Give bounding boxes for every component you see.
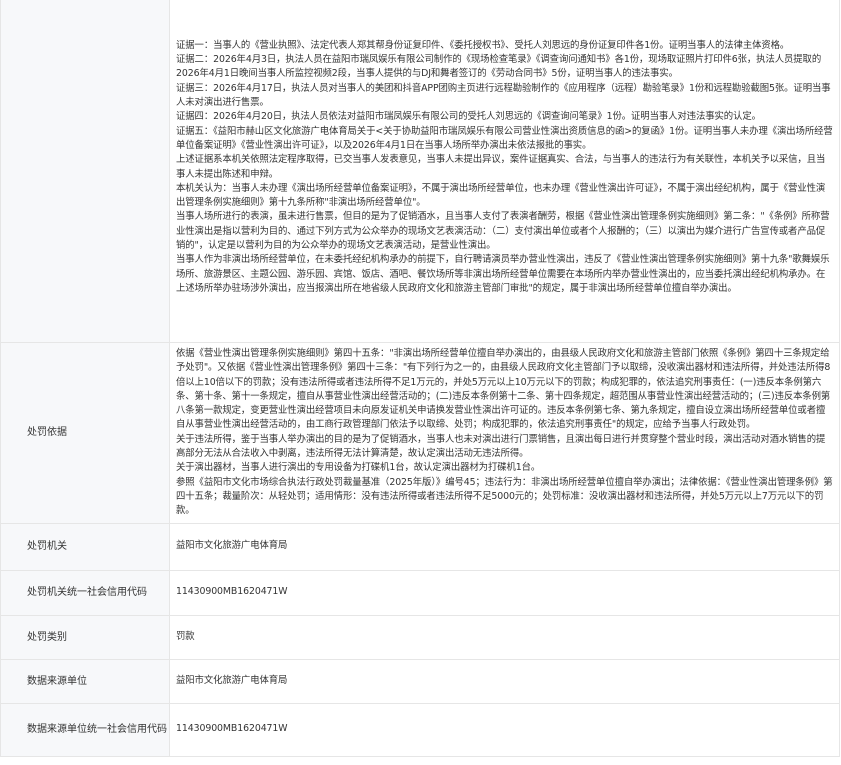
source-code-label: 数据来源单位统一社会信用代码 (0, 702, 170, 757)
basis-row: 处罚依据 依据《营业性演出管理条例实施细则》第四十五条："非演出场所经营单位擅自… (0, 342, 840, 524)
basis-label: 处罚依据 (0, 342, 170, 524)
evidence-paragraph: 本机关认为：当事人未办理《演出场所经营单位备案证明》，不属于演出场所经营单位，也… (176, 182, 826, 209)
org-code-value: 11430900MB1620471W (169, 569, 840, 616)
category-value: 罚款 (169, 614, 840, 660)
basis-paragraph: 参照《益阳市文化市场综合执法行政处罚裁量基准（2025年版）》编号45；违法行为… (176, 476, 833, 517)
evidence-paragraph: 证据二：2026年4月3日，执法人员在益阳市瑞凤娱乐有限公司制作的《现场检查笔录… (176, 54, 822, 80)
category-label: 处罚类别 (0, 614, 170, 660)
org-code-label: 处罚机关统一社会信用代码 (0, 569, 170, 616)
evidence-value: 证据一：当事人的《营业执照》、法定代表人郑其帮身份证复印件、《委托授权书》、受托… (169, 0, 840, 343)
evidence-paragraph: 证据五：《益阳市赫山区文化旅游广电体育局关于<关于协助益阳市瑞凤娱乐有限公司营业… (176, 125, 833, 151)
source-code-value: 11430900MB1620471W (169, 702, 840, 757)
basis-paragraph: 依据《营业性演出管理条例实施细则》第四十五条："非演出场所经营单位擅自举办演出的… (176, 348, 831, 431)
org-label: 处罚机关 (0, 522, 170, 571)
evidence-paragraph: 证据三：2026年4月17日，执法人员对当事人的美团和抖音APP团购主页进行远程… (176, 82, 831, 109)
penalty-detail-table: 证据一：当事人的《营业执照》、法定代表人郑其帮身份证复印件、《委托授权书》、受托… (0, 0, 840, 757)
evidence-paragraph: 当事人场所进行的表演，虽未进行售票，但目的是为了促销酒水，且当事人支付了表演者酬… (176, 211, 830, 251)
basis-paragraph: 关于违法所得，鉴于当事人举办演出的目的是为了促销酒水，当事人也未对演出进行门票销… (176, 433, 826, 460)
source-row: 数据来源单位 益阳市文化旅游广电体育局 (0, 658, 840, 704)
basis-value: 依据《营业性演出管理条例实施细则》第四十五条："非演出场所经营单位擅自举办演出的… (169, 342, 840, 524)
evidence-paragraph: 证据四：2026年4月20日，执法人员依法对益阳市瑞凤娱乐有限公司的受托人刘思远… (176, 111, 761, 123)
org-code-row: 处罚机关统一社会信用代码 11430900MB1620471W (0, 569, 840, 616)
source-value: 益阳市文化旅游广电体育局 (169, 658, 840, 704)
basis-paragraph: 关于演出器材，当事人进行演出的专用设备为打碟机1台，故认定演出器材为打碟机1台。 (176, 462, 541, 474)
org-value: 益阳市文化旅游广电体育局 (169, 522, 840, 571)
org-row: 处罚机关 益阳市文化旅游广电体育局 (0, 522, 840, 571)
source-label: 数据来源单位 (0, 658, 170, 704)
evidence-paragraph: 上述证据系本机关依照法定程序取得，已交当事人发表意见，当事人未提出异议，案件证据… (176, 154, 826, 180)
category-row: 处罚类别 罚款 (0, 614, 840, 660)
evidence-paragraph: 证据一：当事人的《营业执照》、法定代表人郑其帮身份证复印件、《委托授权书》、受托… (176, 39, 790, 51)
evidence-label (0, 0, 170, 343)
source-code-row: 数据来源单位统一社会信用代码 11430900MB1620471W (0, 702, 840, 757)
evidence-row: 证据一：当事人的《营业执照》、法定代表人郑其帮身份证复印件、《委托授权书》、受托… (0, 0, 840, 343)
evidence-paragraph: 当事人作为非演出场所经营单位，在未委托经纪机构承办的前提下，自行聘请演员举办营业… (176, 254, 830, 294)
